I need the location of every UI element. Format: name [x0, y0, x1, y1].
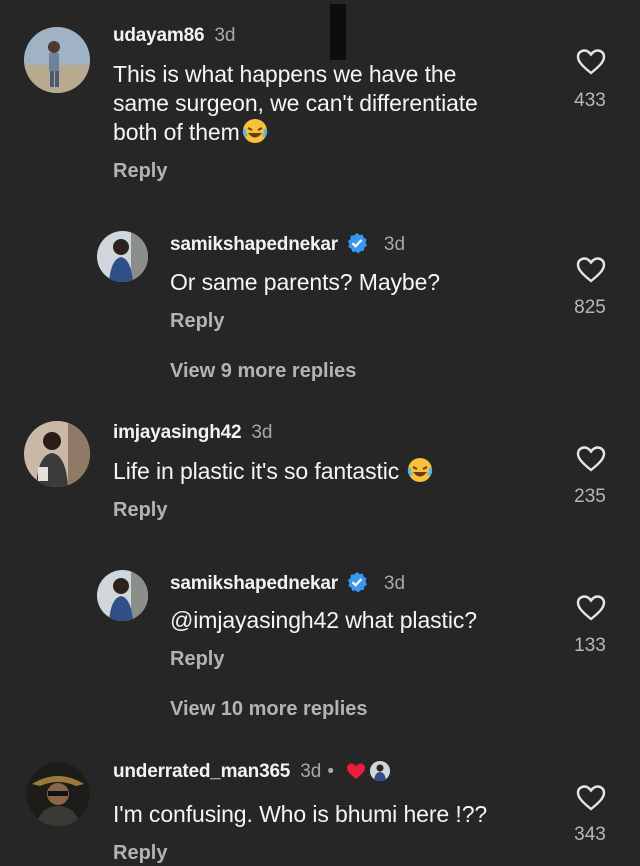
timestamp: 3d: [251, 422, 273, 443]
redaction-bar: [330, 4, 346, 60]
reply-button[interactable]: Reply: [170, 310, 224, 333]
heart-outline-icon[interactable]: [576, 48, 606, 76]
view-more-replies-button[interactable]: View 10 more replies: [170, 698, 368, 721]
heart-outline-icon[interactable]: [576, 594, 606, 622]
avatar[interactable]: [26, 762, 90, 826]
reply-button[interactable]: Reply: [170, 648, 224, 671]
heart-outline-icon[interactable]: [576, 784, 606, 812]
username[interactable]: samikshapednekar: [170, 573, 338, 594]
username[interactable]: imjayasingh42: [113, 422, 242, 443]
verified-badge-icon: [347, 572, 367, 593]
laughing-emoji-icon: [408, 458, 433, 482]
timestamp: 3d: [383, 573, 406, 594]
separator-dot: •: [327, 761, 334, 782]
timestamp: 3d: [300, 761, 322, 782]
heart-outline-icon[interactable]: [576, 256, 606, 284]
avatar[interactable]: [97, 231, 148, 282]
username[interactable]: samikshapednekar: [170, 234, 338, 255]
view-more-replies-button[interactable]: View 9 more replies: [170, 360, 356, 383]
creator-avatar-icon: [369, 761, 390, 781]
heart-outline-icon[interactable]: [576, 445, 606, 473]
comment-text: @imjayasingh42 what plastic?: [170, 607, 477, 633]
username[interactable]: underrated_man365: [113, 761, 290, 782]
verified-badge-icon: [347, 233, 367, 254]
avatar[interactable]: [97, 570, 148, 621]
like-count: 825: [574, 297, 606, 318]
like-count: 235: [574, 486, 606, 507]
heart-filled-icon: [346, 763, 365, 779]
comment-text: Or same parents? Maybe?: [170, 269, 440, 295]
avatar[interactable]: [24, 27, 90, 93]
avatar[interactable]: [24, 421, 90, 487]
username[interactable]: udayam86: [113, 25, 205, 46]
comment-text: Life in plastic it's so fantastic: [113, 457, 433, 486]
reply-button[interactable]: Reply: [113, 499, 167, 522]
comment-text: This is what happens we have the same su…: [113, 61, 478, 145]
timestamp: 3d: [214, 25, 236, 46]
like-count: 133: [574, 635, 606, 656]
laughing-emoji-icon: [242, 119, 267, 143]
reply-button[interactable]: Reply: [113, 842, 167, 865]
reply-button[interactable]: Reply: [113, 160, 167, 183]
like-count: 343: [574, 824, 606, 845]
timestamp: 3d: [383, 234, 406, 255]
comment-text: I'm confusing. Who is bhumi here !??: [113, 801, 488, 827]
like-count: 433: [574, 90, 606, 111]
